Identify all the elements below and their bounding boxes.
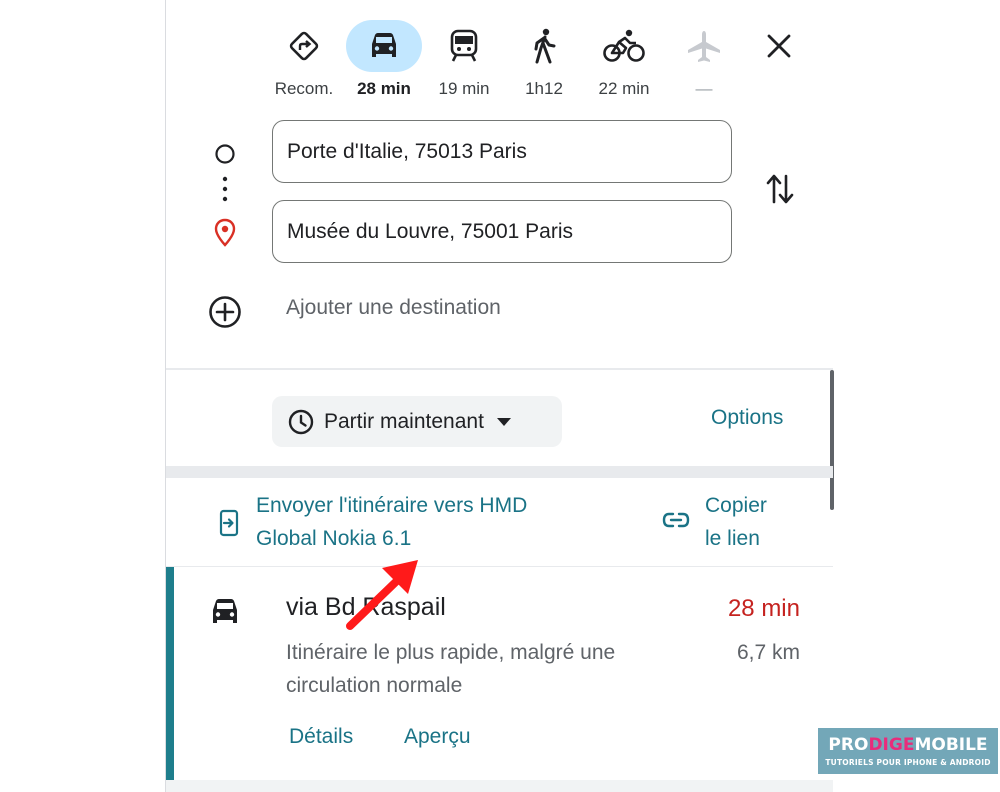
options-link[interactable]: Options [711,406,783,430]
mode-label: Recom. [274,79,334,98]
send-to-phone-icon [218,509,240,542]
origin-circle-icon [214,143,236,170]
mode-label: 22 min [598,79,650,98]
route-card[interactable]: via Bd Raspail 28 min Itinéraire le plus… [166,566,833,781]
origin-value: Porte d'Italie, 75013 Paris [287,139,527,163]
mode-label: 19 min [438,79,490,98]
destination-value: Musée du Louvre, 75001 Paris [287,219,574,243]
divider [166,368,833,370]
mode-label: 1h12 [525,79,563,98]
mode-cycling[interactable]: 22 min [584,18,664,98]
route-duration: 28 min [727,595,800,622]
route-distance: 6,7 km [736,641,800,664]
watermark-title: PRODIGEMOBILE [828,735,988,755]
link-icon [662,511,690,534]
send-to-device-link[interactable]: Envoyer l'itinéraire vers HMD Global Nok… [256,489,527,555]
flight-icon [664,20,744,72]
route-description-line-2: circulation normale [286,674,463,697]
route-dots-icon [221,175,229,210]
swap-arrows-icon [766,174,794,204]
annotation-arrow-icon [346,560,418,630]
close-icon [767,34,791,58]
copy-link-button[interactable]: Copier le lien [705,489,767,555]
destination-field[interactable]: Musée du Louvre, 75001 Paris [272,200,732,263]
transit-icon [424,20,504,72]
directions-panel: Recom. 28 min 19 min 1h12 22 min — Porte… [165,0,834,792]
dropdown-arrow-icon [496,417,511,426]
recommended-route-icon [264,20,344,72]
bottom-separator [166,780,833,792]
copy-line-2: le lien [705,527,760,550]
mode-label: — [695,79,713,98]
watermark-logo: PRODIGEMOBILE TUTORIELS POUR IPHONE & AN… [818,728,998,774]
watermark-subtitle: TUTORIELS POUR IPHONE & ANDROID [825,758,991,767]
add-destination-button[interactable] [208,295,242,334]
bike-icon [584,20,664,72]
mode-transit[interactable]: 19 min [424,18,504,98]
destination-pin-icon [214,218,236,253]
car-icon [344,20,424,72]
car-icon [208,597,242,632]
swap-button[interactable] [766,172,794,211]
scrollbar[interactable] [830,370,834,510]
walk-icon [504,20,584,72]
route-description-line-1: Itinéraire le plus rapide, malgré une [286,641,616,664]
mode-walking[interactable]: 1h12 [504,18,584,98]
close-button[interactable] [764,31,794,65]
add-destination-label[interactable]: Ajouter une destination [286,296,501,320]
selected-route-indicator [166,567,174,781]
mode-flight[interactable]: — [664,18,744,98]
mode-label: 28 min [357,79,411,98]
details-button[interactable]: Détails [289,725,353,749]
copy-line-1: Copier [705,494,767,517]
clock-icon [288,409,314,434]
section-separator [166,466,833,478]
mode-driving[interactable]: 28 min [344,18,424,98]
depart-label: Partir maintenant [324,409,484,433]
route-description: Itinéraire le plus rapide, malgré une ci… [286,636,615,702]
preview-button[interactable]: Aperçu [404,725,471,749]
send-line-1: Envoyer l'itinéraire vers HMD [256,494,528,517]
add-circle-icon [209,296,241,328]
mode-recommended[interactable]: Recom. [264,18,344,98]
origin-field[interactable]: Porte d'Italie, 75013 Paris [272,120,732,183]
depart-time-dropdown[interactable]: Partir maintenant [272,396,562,447]
